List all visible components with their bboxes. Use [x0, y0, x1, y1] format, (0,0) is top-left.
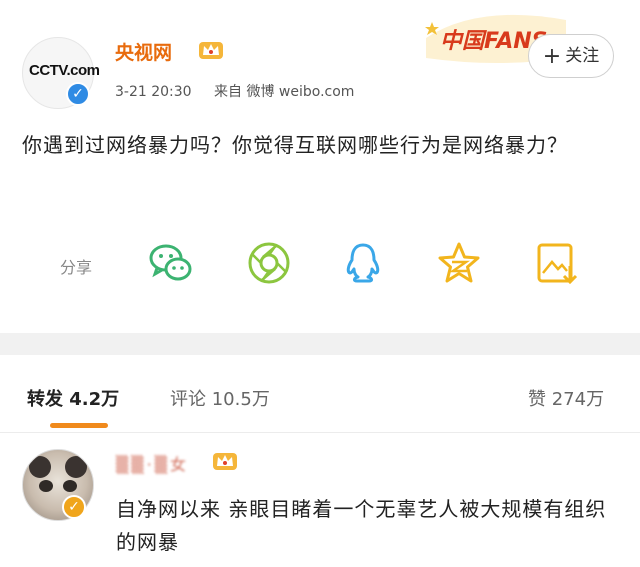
comment-text: 自净网以来 亲眼目睹着一个无辜艺人被大规模有组织的网暴: [116, 497, 607, 554]
active-tab-underline: [50, 423, 108, 428]
commenter-name-blurred[interactable]: ▒▒·▒女: [116, 451, 189, 475]
tab-repost[interactable]: 转发 4.2万: [27, 385, 119, 411]
post-source[interactable]: 来自 微博 weibo.com: [214, 84, 354, 100]
moments-icon[interactable]: [246, 240, 292, 286]
qq-icon[interactable]: [340, 240, 386, 286]
crown-icon: [213, 453, 237, 470]
verified-badge-icon: ✓: [66, 82, 90, 106]
share-label: 分享: [60, 258, 93, 277]
tab-like[interactable]: 赞 274万: [528, 385, 604, 411]
wechat-icon[interactable]: [148, 240, 194, 286]
author-name[interactable]: 央视网: [115, 38, 172, 65]
post-text: 你遇到过网络暴力吗？你觉得互联网哪些行为是网络暴力？: [22, 133, 568, 157]
save-image-icon[interactable]: [534, 240, 580, 286]
comment-item: ✓ ▒▒·▒女 自净网以来 亲眼目睹着一个无辜艺人被大规模有组织的网暴: [0, 433, 640, 567]
tab-comment[interactable]: 评论 10.5万: [170, 385, 270, 411]
qzone-star-icon[interactable]: [436, 240, 482, 286]
post-meta: 3-21 20:30 来自 微博 weibo.com: [115, 81, 372, 101]
avatar-eye: [63, 480, 77, 492]
post-card: CCTV.com ✓ 央视网 3-21 20:30 来自 微博 weibo.co…: [0, 0, 640, 333]
avatar-eye: [39, 480, 53, 492]
crown-icon: [199, 42, 223, 59]
follow-button[interactable]: + 关注: [528, 34, 614, 78]
avatar-ear: [65, 456, 87, 478]
plus-icon: +: [542, 44, 562, 69]
avatar-ear: [29, 456, 51, 478]
stats-tabs: 转发 4.2万 评论 10.5万 赞 274万: [0, 355, 640, 433]
cctv-logo: CCTV.com: [29, 62, 100, 79]
member-badge-icon: ✓: [62, 495, 86, 519]
post-time: 3-21 20:30: [115, 84, 192, 100]
section-divider: [0, 333, 640, 355]
